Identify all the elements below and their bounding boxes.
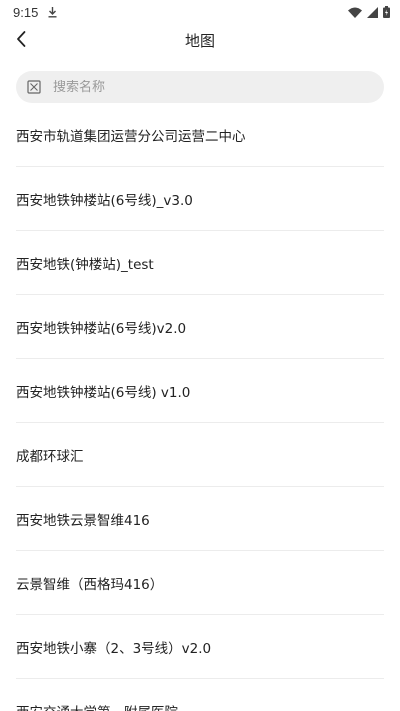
search-bar[interactable] [16, 71, 384, 103]
download-icon [47, 6, 58, 18]
back-button[interactable] [10, 29, 32, 53]
list-item[interactable]: 西安地铁(钟楼站)_test [16, 231, 384, 295]
page-title: 地图 [184, 32, 215, 50]
signal-icon [367, 6, 378, 18]
search-icon [27, 80, 41, 94]
list-item[interactable]: 西安地铁钟楼站(6号线)_v3.0 [16, 167, 384, 231]
battery-icon [383, 6, 390, 18]
status-left: 9:15 [13, 5, 58, 20]
navigation-bar: 地图 [0, 24, 400, 58]
status-right [348, 6, 390, 18]
chevron-left-icon [15, 30, 27, 52]
list-item[interactable]: 西安地铁钟楼站(6号线)v2.0 [16, 295, 384, 359]
list-item[interactable]: 西安地铁钟楼站(6号线) v1.0 [16, 359, 384, 423]
map-list-screen: 9:15 地图 搜索名称 西安市轨道集团运营分公司运营二中心 西安地铁钟楼站(6… [0, 0, 400, 711]
list-item[interactable]: 西安市轨道集团运营分公司运营二中心 [16, 103, 384, 167]
list-item[interactable]: 西安交通大学第一附属医院 [16, 679, 384, 711]
wifi-icon [348, 7, 362, 18]
list-item[interactable]: 成都环球汇 [16, 423, 384, 487]
status-time: 9:15 [13, 4, 39, 20]
map-list: 西安市轨道集团运营分公司运营二中心 西安地铁钟楼站(6号线)_v3.0 西安地铁… [0, 103, 400, 711]
list-item[interactable]: 云景智维（西格玛416） [16, 551, 384, 615]
search-input[interactable] [53, 79, 353, 95]
status-bar: 9:15 [0, 0, 400, 24]
list-item[interactable]: 西安地铁云景智维416 [16, 487, 384, 551]
list-item[interactable]: 西安地铁小寨（2、3号线）v2.0 [16, 615, 384, 679]
